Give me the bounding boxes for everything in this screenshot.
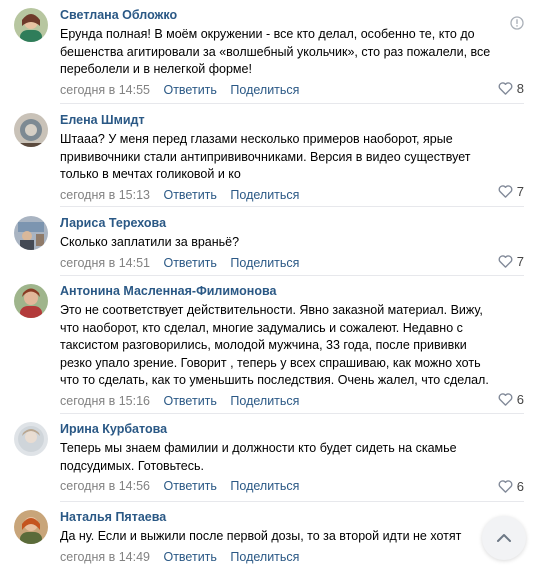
- reply-button[interactable]: Ответить: [163, 256, 216, 270]
- comment-text: Штааа? У меня перед глазами несколько пр…: [60, 132, 471, 181]
- comment-author[interactable]: Елена Шмидт: [60, 113, 536, 128]
- heart-icon: [498, 82, 513, 95]
- divider: [60, 413, 524, 414]
- comment-author[interactable]: Ирина Курбатова: [60, 422, 536, 437]
- like-count: 6: [516, 392, 524, 407]
- divider: [60, 206, 524, 207]
- comment-meta: сегодня в 14:56 Ответить Поделиться: [60, 479, 536, 494]
- heart-icon: [498, 480, 513, 493]
- heart-icon: [498, 185, 513, 198]
- comment-meta: сегодня в 15:13 Ответить Поделиться: [60, 188, 536, 203]
- share-button[interactable]: Поделиться: [230, 479, 299, 493]
- comment-text: Сколько заплатили за враньё?: [60, 235, 240, 249]
- avatar[interactable]: [14, 422, 48, 456]
- heart-icon: [498, 255, 513, 268]
- avatar[interactable]: [14, 284, 48, 318]
- reply-button[interactable]: Ответить: [163, 550, 216, 564]
- avatar[interactable]: [14, 510, 48, 544]
- divider: [60, 275, 524, 276]
- comment-date[interactable]: сегодня в 14:51: [60, 256, 150, 270]
- share-button[interactable]: Поделиться: [230, 394, 299, 408]
- comment-text: Теперь мы знаем фамилии и должности кто …: [60, 441, 457, 473]
- avatar[interactable]: [14, 216, 48, 250]
- like-button[interactable]: 6: [498, 392, 524, 407]
- like-button[interactable]: 6: [498, 479, 524, 494]
- share-button[interactable]: Поделиться: [230, 550, 299, 564]
- reply-button[interactable]: Ответить: [163, 188, 216, 202]
- like-count: 7: [516, 184, 524, 199]
- reply-button[interactable]: Ответить: [163, 83, 216, 97]
- comment-author[interactable]: Светлана Обложко: [60, 8, 536, 23]
- divider: [60, 103, 524, 104]
- like-button[interactable]: 7: [498, 184, 524, 199]
- heart-icon: [498, 393, 513, 406]
- comment-date[interactable]: сегодня в 14:49: [60, 550, 150, 564]
- comment-text: Ерунда полная! В моём окружении - все кт…: [60, 27, 491, 76]
- like-button[interactable]: 7: [498, 254, 524, 269]
- avatar[interactable]: [14, 8, 48, 42]
- reply-button[interactable]: Ответить: [163, 394, 216, 408]
- comment-author[interactable]: Антонина Масленная-Филимонова: [60, 284, 536, 299]
- comment-date[interactable]: сегодня в 15:16: [60, 394, 150, 408]
- comment-text: Да ну. Если и выжили после первой дозы, …: [60, 529, 462, 543]
- comment-author[interactable]: Лариса Терехова: [60, 216, 536, 231]
- share-button[interactable]: Поделиться: [230, 188, 299, 202]
- comment-text: Это не соответствует действительности. Я…: [60, 303, 489, 387]
- like-count: 8: [516, 81, 524, 96]
- scroll-to-top-button[interactable]: [482, 516, 526, 560]
- share-button[interactable]: Поделиться: [230, 256, 299, 270]
- comment-meta: сегодня в 14:49 Ответить Поделиться: [60, 550, 536, 565]
- avatar[interactable]: [14, 113, 48, 147]
- comment-date[interactable]: сегодня в 14:56: [60, 479, 150, 493]
- share-button[interactable]: Поделиться: [230, 83, 299, 97]
- comment-meta: сегодня в 14:55 Ответить Поделиться: [60, 83, 536, 98]
- comment-meta: сегодня в 15:16 Ответить Поделиться: [60, 394, 536, 409]
- like-count: 7: [516, 254, 524, 269]
- comment-date[interactable]: сегодня в 14:55: [60, 83, 150, 97]
- reply-button[interactable]: Ответить: [163, 479, 216, 493]
- report-icon[interactable]: [510, 16, 524, 30]
- comment-author[interactable]: Наталья Пятаева: [60, 510, 536, 525]
- like-button[interactable]: 8: [498, 81, 524, 96]
- comment-date[interactable]: сегодня в 15:13: [60, 188, 150, 202]
- comment-meta: сегодня в 14:51 Ответить Поделиться: [60, 256, 536, 271]
- divider: [60, 501, 524, 502]
- chevron-up-icon: [497, 534, 511, 542]
- like-count: 6: [516, 479, 524, 494]
